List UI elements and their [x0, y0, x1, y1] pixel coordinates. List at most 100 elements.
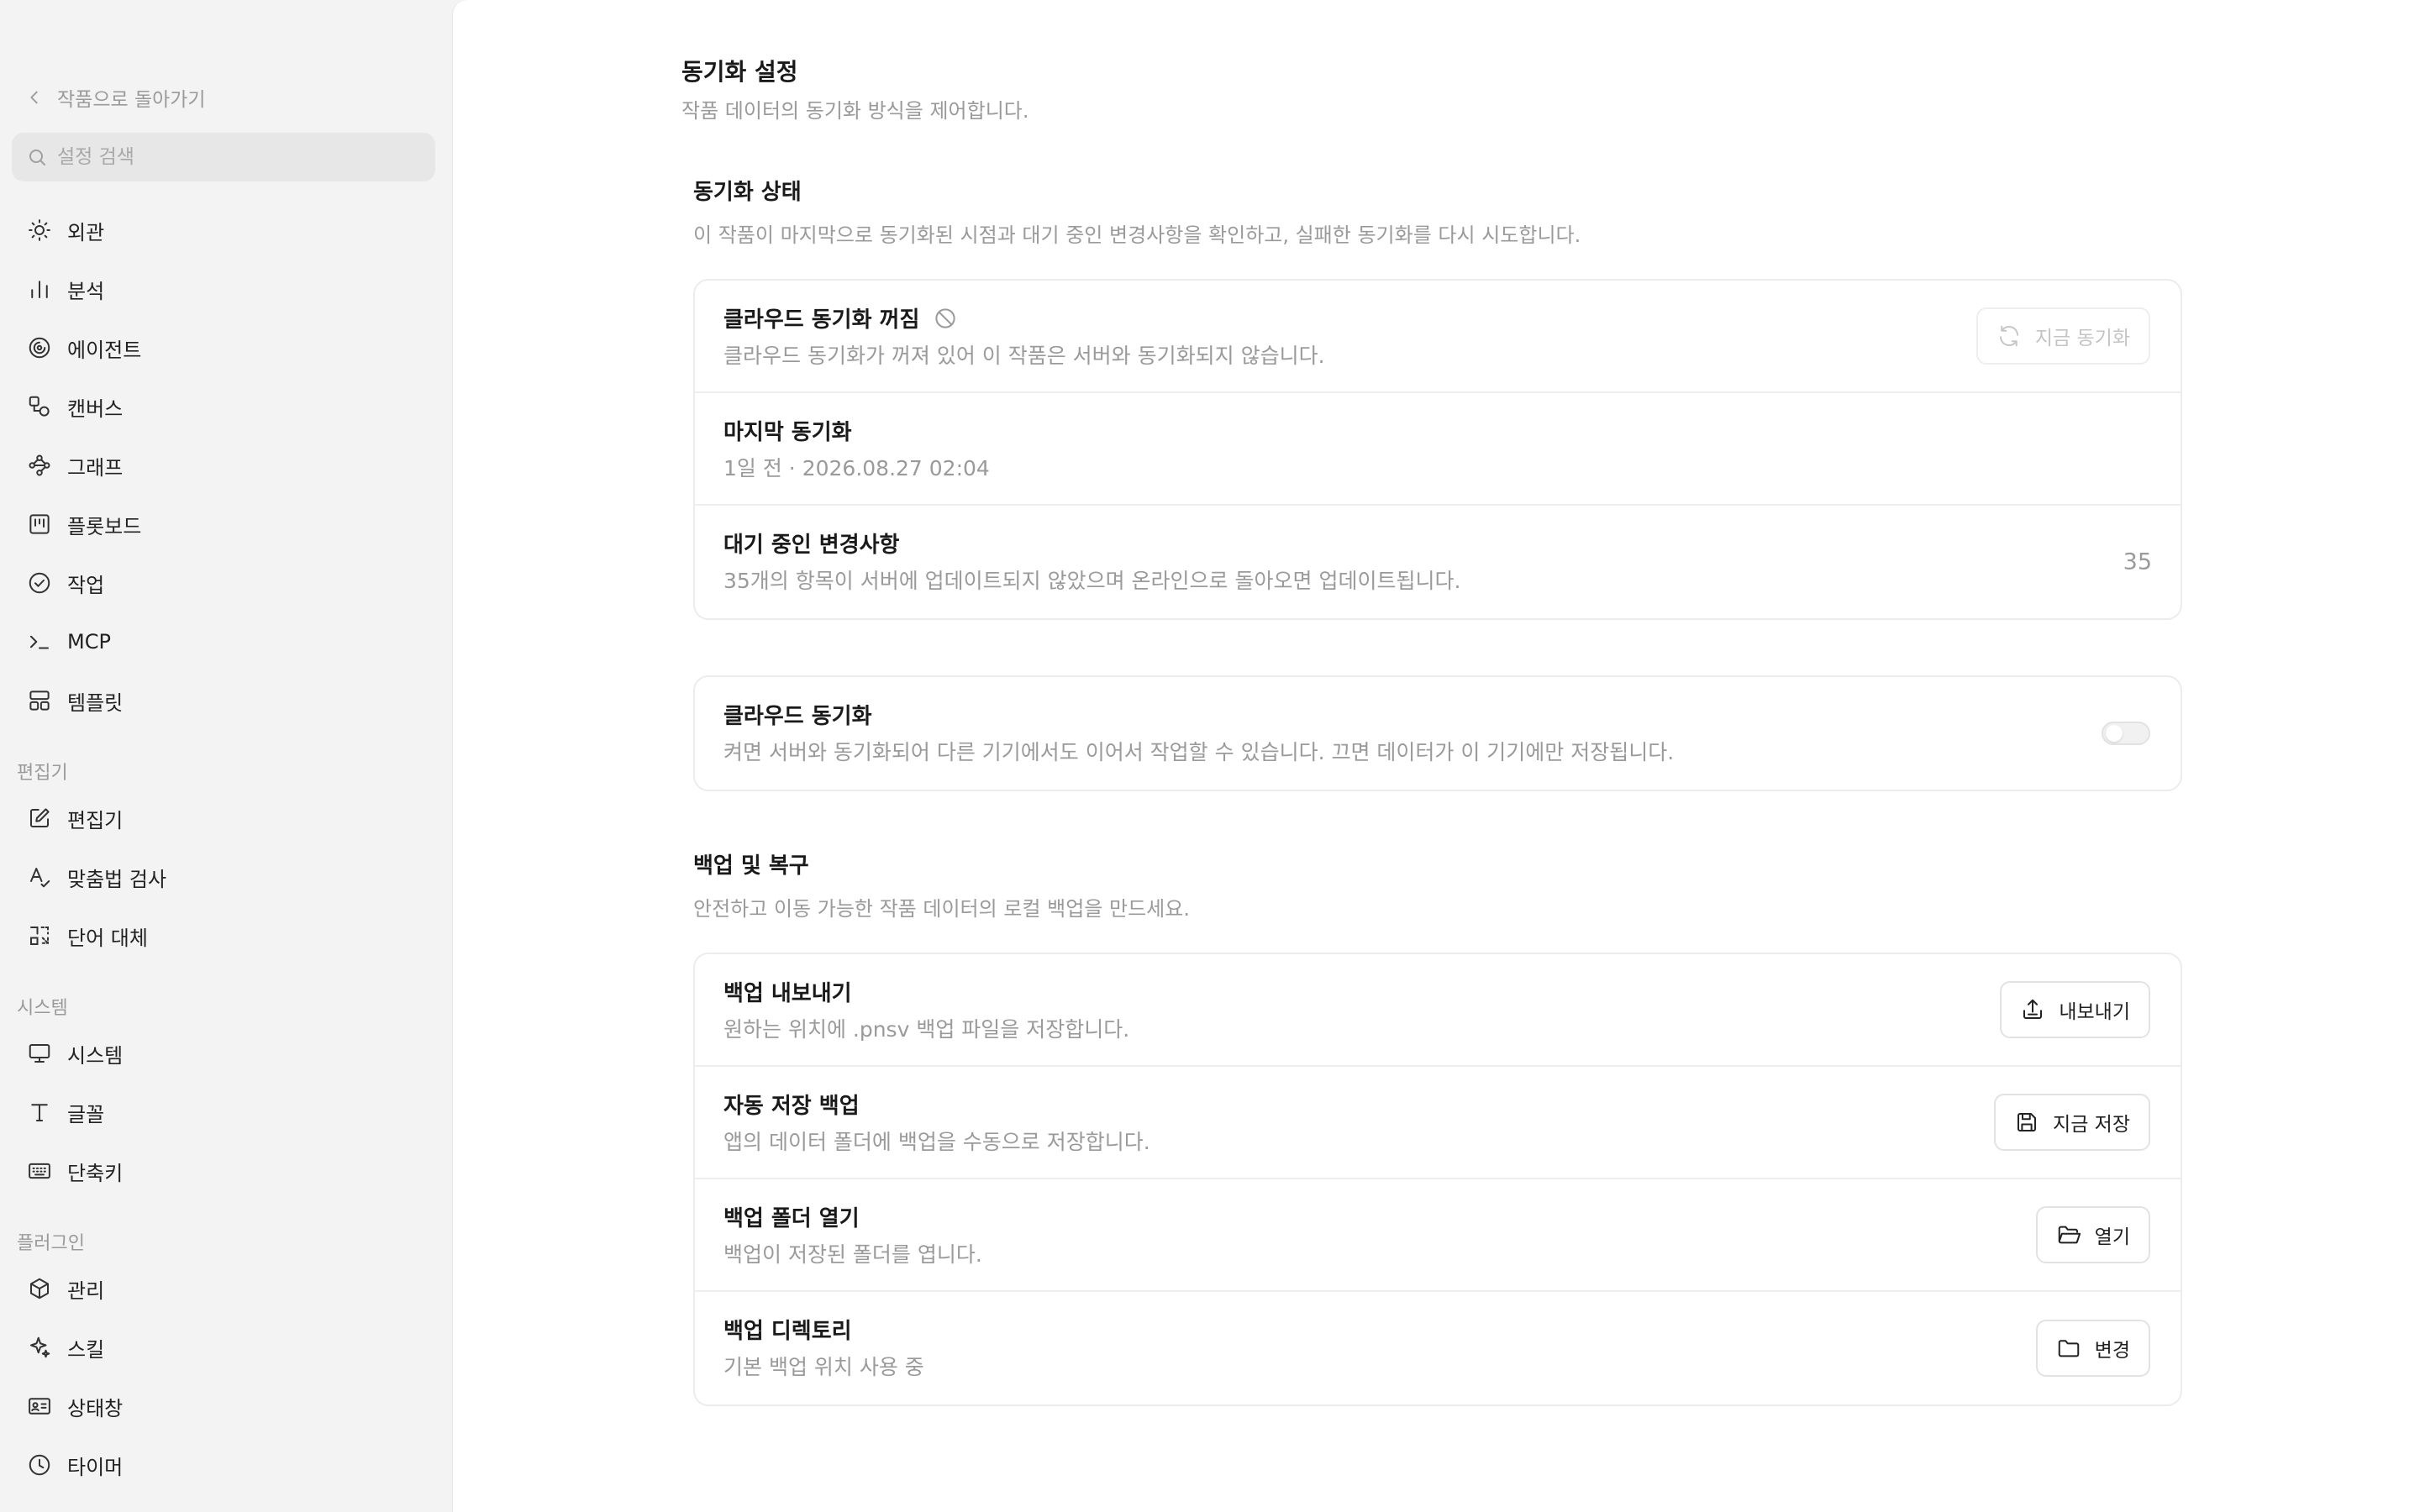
open-folder-button[interactable]: 열기	[2035, 1206, 2150, 1263]
monitor-icon	[29, 1044, 50, 1063]
cloud-sync-title: 클라우드 동기화	[723, 704, 872, 729]
sidebar-item-label: 맞춤법 검사	[67, 867, 167, 891]
pending-changes-row: 대기 중인 변경사항 35개의 항목이 서버에 업데이트되지 않았으며 온라인으…	[695, 506, 2181, 618]
search-input[interactable]	[57, 146, 410, 168]
cloud-sync-row: 클라우드 동기화 켜면 서버와 동기화되어 다른 기기에서도 이어서 작업할 수…	[695, 677, 2181, 790]
sidebar-item-status-window[interactable]: 상태창	[12, 1382, 435, 1431]
last-sync-row: 마지막 동기화 1일 전 · 2026.08.27 02:04	[695, 393, 2181, 506]
sync-now-button[interactable]: 지금 동기화	[1975, 307, 2150, 365]
keyboard-icon	[29, 1163, 50, 1179]
sidebar-item-skills[interactable]: 스킬	[12, 1323, 435, 1372]
sidebar-item-label: 단축키	[67, 1161, 124, 1185]
cloud-sync-card: 클라우드 동기화 켜면 서버와 동기화되어 다른 기기에서도 이어서 작업할 수…	[693, 675, 2182, 791]
folder-open-icon	[2058, 1226, 2081, 1244]
page-description: 작품 데이터의 동기화 방식을 제어합니다.	[681, 99, 1029, 123]
toggle-knob	[2106, 725, 2123, 742]
settings-search[interactable]	[12, 133, 435, 181]
sidebar-item-label: 에이전트	[67, 338, 142, 362]
sidebar-item-word-replace[interactable]: 단어 대체	[12, 911, 435, 960]
sidebar-item-agent[interactable]: 에이전트	[12, 323, 435, 372]
sidebar-item-analytics[interactable]: 분석	[12, 265, 435, 313]
sidebar-item-mcp[interactable]: MCP	[12, 617, 435, 666]
pending-changes-title: 대기 중인 변경사항	[723, 533, 900, 558]
open-folder-label: 열기	[2094, 1226, 2130, 1248]
export-backup-description: 원하는 위치에 .pnsv 백업 파일을 저장합니다.	[723, 1017, 1130, 1042]
sidebar-item-manage[interactable]: 관리	[12, 1264, 435, 1313]
sidebar-item-graph[interactable]: 그래프	[12, 441, 435, 490]
sidebar-item-label: 플롯보드	[67, 514, 142, 538]
sidebar-item-tasks[interactable]: 작업	[12, 559, 435, 607]
sync-now-label: 지금 동기화	[2034, 328, 2130, 349]
sidebar-item-label: 관리	[67, 1278, 105, 1303]
id-card-icon	[29, 1398, 50, 1415]
sidebar-item-canvas[interactable]: 캔버스	[12, 382, 435, 431]
sidebar-item-plotboard[interactable]: 플롯보드	[12, 500, 435, 549]
sidebar-item-label: 캔버스	[67, 396, 124, 421]
cloud-sync-off-description: 클라우드 동기화가 꺼져 있어 이 작품은 서버와 동기화되지 않습니다.	[723, 344, 1325, 368]
sidebar-section-system: 시스템	[17, 998, 68, 1019]
page-title: 동기화 설정	[681, 58, 798, 86]
cloud-sync-toggle[interactable]	[2102, 722, 2150, 745]
edit-icon	[30, 808, 50, 827]
template-icon	[29, 690, 50, 711]
backup-directory-description: 기본 백업 위치 사용 중	[723, 1355, 924, 1379]
sidebar-item-spellcheck[interactable]: 맞춤법 검사	[12, 853, 435, 901]
sidebar-item-label: 그래프	[67, 455, 124, 480]
sidebar-item-templates[interactable]: 템플릿	[12, 676, 435, 725]
sun-icon	[29, 219, 50, 241]
type-icon	[31, 1104, 48, 1121]
bar-chart-icon	[31, 281, 48, 298]
folder-icon	[2058, 1340, 2079, 1357]
settings-main-panel: 동기화 설정 작품 데이터의 동기화 방식을 제어합니다. 동기화 상태 이 작…	[452, 0, 2420, 1512]
sidebar-item-label: MCP	[67, 630, 111, 654]
open-backup-folder-title: 백업 폴더 열기	[723, 1206, 860, 1231]
cloud-sync-off-title: 클라우드 동기화 꺼짐	[723, 307, 920, 333]
sidebar-item-label: 단어 대체	[67, 926, 148, 950]
last-sync-value: 1일 전 · 2026.08.27 02:04	[723, 456, 990, 480]
clock-icon	[29, 1454, 50, 1476]
settings-sidebar: 작품으로 돌아가기 외관 분석 에이전트 캔버스 그래프 플롯보드 작업 MCP…	[0, 0, 452, 1512]
sidebar-item-system[interactable]: 시스템	[12, 1029, 435, 1078]
export-button[interactable]: 내보내기	[2000, 981, 2150, 1038]
spiral-icon	[29, 337, 50, 359]
autosave-backup-row: 자동 저장 백업 앱의 데이터 폴더에 백업을 수동으로 저장합니다. 지금 저…	[695, 1067, 2181, 1179]
sidebar-item-label: 시스템	[67, 1043, 124, 1068]
backup-directory-row: 백업 디렉토리 기본 백업 위치 사용 중 변경	[695, 1292, 2181, 1404]
back-to-work-link[interactable]: 작품으로 돌아가기	[25, 82, 206, 113]
sidebar-item-timer[interactable]: 타이머	[12, 1441, 435, 1489]
spellcheck-icon	[30, 868, 50, 888]
sidebar-item-shortcuts[interactable]: 단축키	[12, 1147, 435, 1195]
autosave-backup-title: 자동 저장 백업	[723, 1094, 860, 1119]
backup-section-description: 안전하고 이동 가능한 작품 데이터의 로컬 백업을 만드세요.	[693, 897, 1190, 921]
sidebar-item-fonts[interactable]: 글꼴	[12, 1088, 435, 1137]
sidebar-item-label: 스킬	[67, 1337, 105, 1362]
sidebar-item-label: 분석	[67, 279, 105, 303]
export-backup-row: 백업 내보내기 원하는 위치에 .pnsv 백업 파일을 저장합니다. 내보내기	[695, 954, 2181, 1067]
sidebar-item-label: 상태창	[67, 1396, 124, 1420]
terminal-icon	[30, 635, 49, 649]
backup-directory-title: 백업 디렉토리	[723, 1319, 852, 1344]
sidebar-section-plugins: 플러그인	[17, 1233, 85, 1254]
open-backup-folder-description: 백업이 저장된 폴더를 엽니다.	[723, 1242, 982, 1267]
change-directory-label: 변경	[2094, 1340, 2130, 1362]
sidebar-item-label: 글꼴	[67, 1102, 105, 1126]
check-circle-icon	[29, 572, 50, 594]
chevron-left-icon	[30, 91, 38, 104]
sidebar-section-editor: 편집기	[17, 763, 68, 784]
sparkle-icon	[30, 1336, 50, 1358]
sidebar-item-appearance[interactable]: 외관	[12, 206, 435, 255]
sidebar-item-editor[interactable]: 편집기	[12, 794, 435, 843]
save-icon	[2018, 1113, 2037, 1131]
save-now-button[interactable]: 지금 저장	[1994, 1094, 2150, 1151]
package-icon	[30, 1278, 49, 1299]
sidebar-item-label: 외관	[67, 220, 105, 244]
graph-icon	[29, 454, 50, 476]
sync-status-card: 클라우드 동기화 꺼짐 클라우드 동기화가 꺼져 있어 이 작품은 서버와 동기…	[693, 279, 2182, 620]
change-directory-button[interactable]: 변경	[2035, 1320, 2150, 1377]
back-link-label: 작품으로 돌아가기	[57, 89, 206, 111]
cloud-sync-description: 켜면 서버와 동기화되어 다른 기기에서도 이어서 작업할 수 있습니다. 끄면…	[723, 740, 1675, 764]
pending-changes-count: 35	[2123, 549, 2152, 575]
ban-icon	[935, 307, 956, 328]
pending-changes-description: 35개의 항목이 서버에 업데이트되지 않았으며 온라인으로 돌아오면 업데이트…	[723, 569, 1461, 593]
sidebar-item-label: 템플릿	[67, 690, 124, 715]
